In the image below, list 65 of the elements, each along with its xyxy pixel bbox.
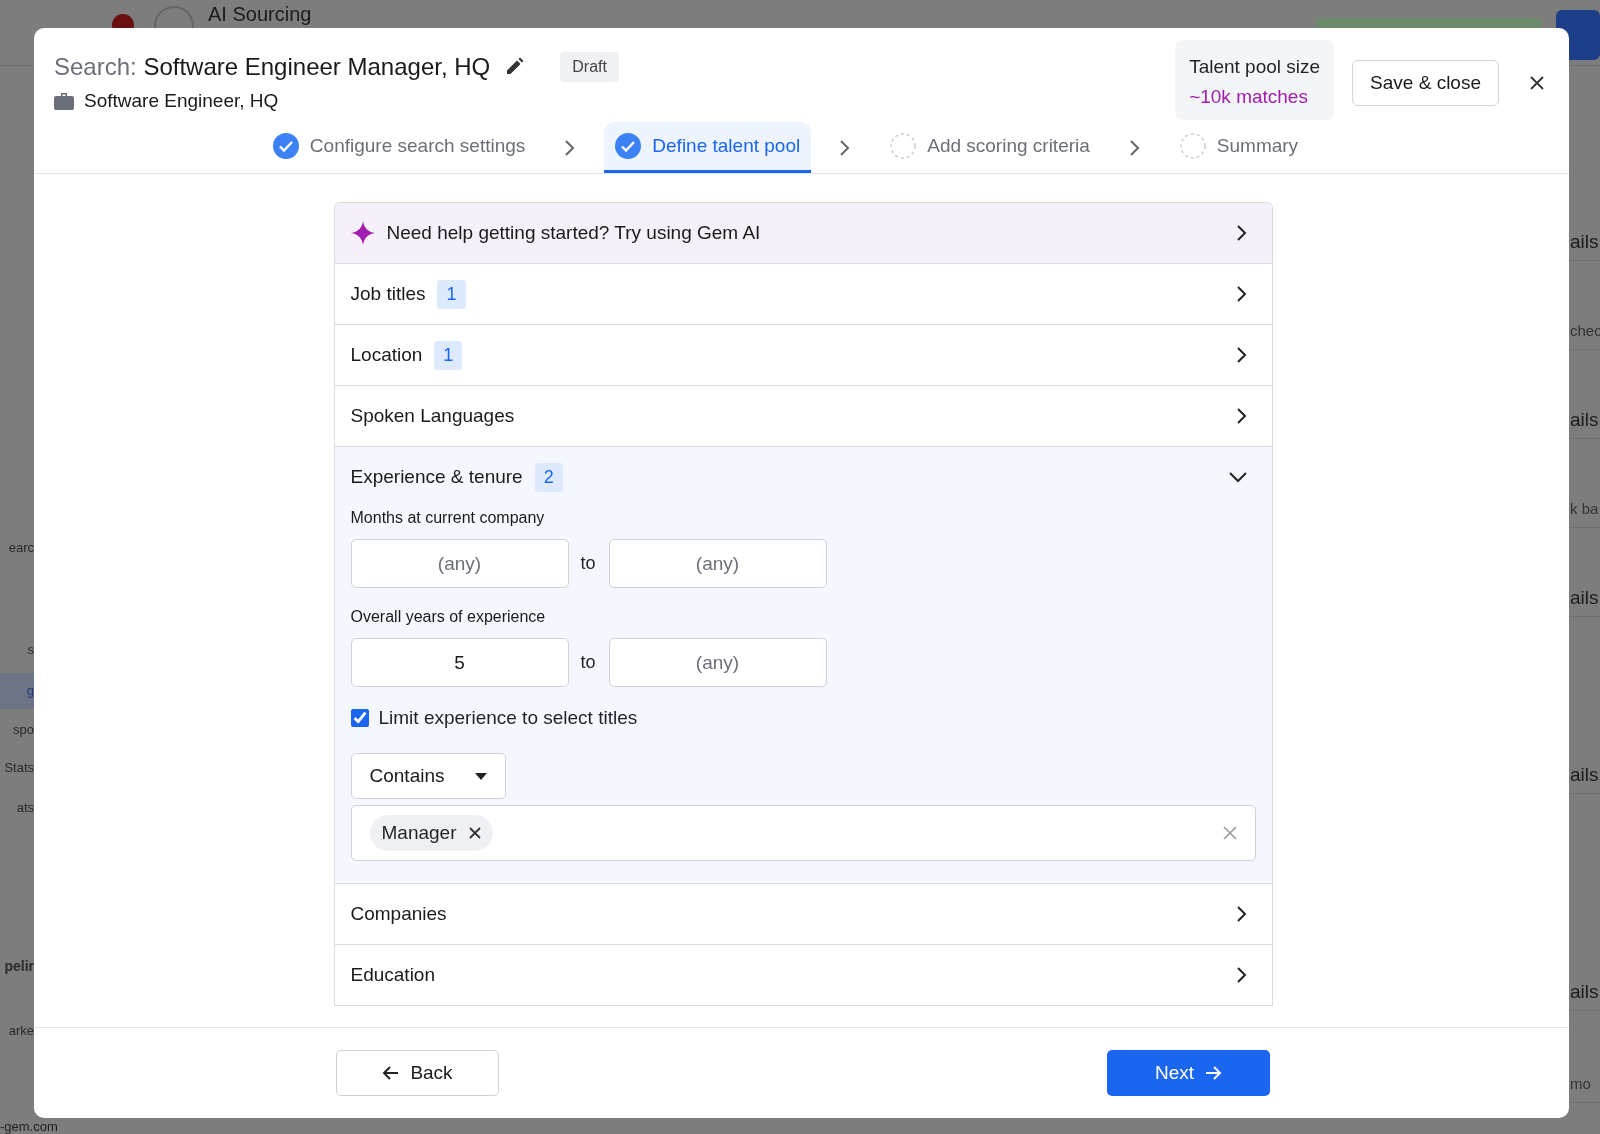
edit-icon[interactable] bbox=[504, 57, 525, 77]
close-icon[interactable] bbox=[1529, 75, 1545, 91]
field-label: Overall years of experience bbox=[350, 608, 547, 626]
back-button[interactable]: Back bbox=[336, 1050, 499, 1096]
field-label: Months at current company bbox=[350, 509, 546, 527]
checkbox-label: Limit experience to select titles bbox=[378, 707, 638, 729]
sparkle-icon bbox=[350, 221, 375, 245]
filter-section-header[interactable]: Experience & tenure 2 bbox=[334, 447, 1272, 507]
step-tab[interactable]: Add scoring criteria bbox=[879, 122, 1101, 173]
count-badge: 1 bbox=[434, 340, 463, 370]
row-text: k ba bbox=[1570, 491, 1600, 528]
talent-pool-label: Talent pool size bbox=[1189, 56, 1321, 78]
subtitle: Software Engineer, HQ bbox=[84, 90, 279, 112]
checkbox[interactable] bbox=[350, 709, 369, 727]
step-tab[interactable]: Configure search settings bbox=[261, 122, 537, 173]
nav-item[interactable]: s bbox=[27, 632, 34, 668]
filter-section-header[interactable]: Companies bbox=[334, 884, 1272, 944]
chevron-right-icon bbox=[1235, 346, 1248, 364]
input-field[interactable]: (any) bbox=[350, 539, 569, 588]
chevron-icon bbox=[1128, 138, 1141, 157]
step-tab[interactable]: Summary bbox=[1168, 122, 1310, 173]
chevron-down-icon bbox=[1227, 471, 1248, 483]
arrow-right-icon bbox=[1204, 1065, 1223, 1081]
nav-item[interactable]: earc bbox=[8, 530, 34, 566]
tag-chip[interactable]: Manager bbox=[369, 815, 493, 851]
chevron-right-icon bbox=[1235, 966, 1248, 984]
nav-item[interactable]: Stats bbox=[4, 750, 34, 786]
chevron-right-icon bbox=[1235, 285, 1248, 303]
filter-section-header[interactable]: Education bbox=[334, 945, 1272, 1005]
arrow-left-icon bbox=[382, 1065, 401, 1081]
count-badge: 1 bbox=[437, 279, 466, 309]
range-separator: to bbox=[580, 652, 597, 673]
remove-icon[interactable] bbox=[468, 827, 481, 839]
chevron-right-icon bbox=[1235, 407, 1248, 425]
chevron-icon bbox=[564, 138, 577, 157]
page-title: AI Sourcing bbox=[208, 2, 312, 26]
range-separator: to bbox=[580, 553, 597, 574]
dialog-title: Search: Software Engineer Manager, HQ bbox=[54, 53, 491, 81]
filter-section-header[interactable]: Spoken Languages bbox=[334, 386, 1272, 446]
nav-item[interactable]: ats bbox=[16, 790, 34, 826]
next-button[interactable]: Next bbox=[1107, 1050, 1270, 1096]
nav-item[interactable]: arke bbox=[8, 1013, 34, 1049]
save-button[interactable]: Save & close bbox=[1352, 60, 1499, 106]
status-badge: Draft bbox=[560, 52, 619, 82]
briefcase-icon bbox=[54, 92, 74, 110]
row-text: mo bbox=[1570, 1066, 1600, 1103]
filter-section-header[interactable]: Location 1 bbox=[334, 325, 1272, 385]
tag-input-field[interactable]: Manager bbox=[350, 805, 1256, 861]
nav-item[interactable]: spo bbox=[13, 712, 34, 748]
input-field[interactable]: (any) bbox=[608, 638, 827, 687]
section-heading: pelir bbox=[4, 957, 34, 976]
chevron-right-icon bbox=[1235, 905, 1248, 923]
clear-icon[interactable] bbox=[1222, 826, 1237, 840]
chevron-icon bbox=[839, 138, 852, 157]
input-field[interactable]: (any) bbox=[608, 539, 827, 588]
match-dropdown[interactable]: Contains bbox=[350, 753, 506, 799]
caret-icon bbox=[474, 772, 487, 780]
count-badge: 2 bbox=[534, 462, 563, 492]
input-field[interactable]: 5 bbox=[350, 638, 569, 687]
talent-pool-value: ~10k matches bbox=[1189, 86, 1309, 108]
chevron-right-icon bbox=[1235, 224, 1248, 242]
filter-section-header[interactable]: Job titles 1 bbox=[334, 264, 1272, 324]
step-tab[interactable]: Define talent pool bbox=[604, 122, 812, 173]
ai-help-row[interactable]: Need help getting started? Try using Gem AI bbox=[334, 203, 1272, 263]
footer-text: -gem.com bbox=[0, 1119, 58, 1134]
